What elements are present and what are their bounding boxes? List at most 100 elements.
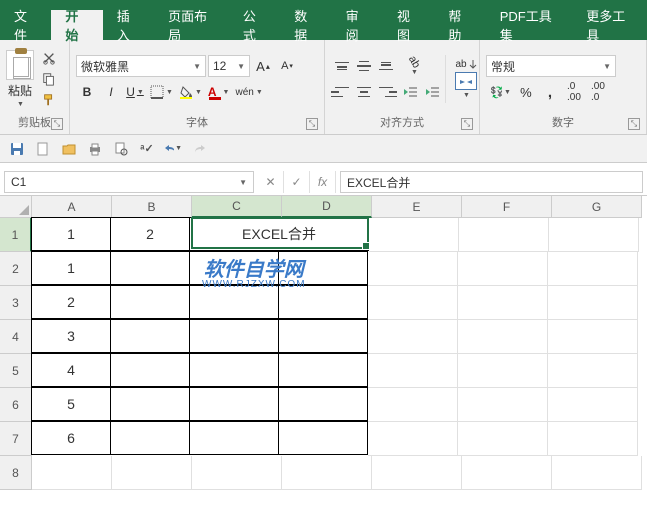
accounting-format-button[interactable]: 💱▼ — [486, 81, 513, 103]
cell-B3[interactable] — [110, 285, 190, 319]
new-button[interactable] — [34, 140, 52, 158]
orientation-button[interactable]: ab▼ — [399, 55, 429, 77]
open-button[interactable] — [60, 140, 78, 158]
merge-center-button[interactable]: ab ▼ — [450, 59, 482, 99]
col-header-C[interactable]: C — [192, 196, 282, 218]
tab-view[interactable]: 视图 — [383, 10, 434, 40]
cell-B2[interactable] — [110, 251, 190, 285]
cell-D3[interactable] — [278, 285, 368, 319]
paste-button[interactable]: 粘贴 ▼ — [6, 50, 34, 108]
cell-C7[interactable] — [189, 421, 279, 455]
cell-A7[interactable]: 6 — [31, 421, 111, 455]
cell-E1[interactable] — [369, 218, 459, 252]
number-format-combo[interactable]: 常规▼ — [486, 55, 616, 77]
cell-A2[interactable]: 1 — [31, 251, 111, 285]
cell-G8[interactable] — [552, 456, 642, 490]
tab-layout[interactable]: 页面布局 — [154, 10, 229, 40]
redo-button[interactable] — [190, 140, 208, 158]
cell-D4[interactable] — [278, 319, 368, 353]
row-header-8[interactable]: 8 — [0, 456, 32, 490]
cell-C8[interactable] — [192, 456, 282, 490]
cell-A1[interactable]: 1 — [31, 217, 111, 251]
tab-file[interactable]: 文件 — [0, 10, 51, 40]
bold-button[interactable]: B — [76, 81, 98, 103]
tab-home[interactable]: 开始 — [51, 10, 102, 40]
row-header-4[interactable]: 4 — [0, 320, 32, 354]
cell-E8[interactable] — [372, 456, 462, 490]
cell-G5[interactable] — [548, 354, 638, 388]
col-header-A[interactable]: A — [32, 196, 112, 218]
cell-B4[interactable] — [110, 319, 190, 353]
font-name-combo[interactable]: 微软雅黑▼ — [76, 55, 206, 77]
formula-input[interactable]: EXCEL合并 — [340, 171, 643, 193]
tab-formulas[interactable]: 公式 — [229, 10, 280, 40]
row-header-2[interactable]: 2 — [0, 252, 32, 286]
cell-A8[interactable] — [32, 456, 112, 490]
col-header-F[interactable]: F — [462, 196, 552, 218]
decrease-font-button[interactable]: A▾ — [276, 55, 298, 77]
tab-help[interactable]: 帮助 — [434, 10, 485, 40]
cell-E2[interactable] — [368, 252, 458, 286]
cell-G2[interactable] — [548, 252, 638, 286]
cell-E5[interactable] — [368, 354, 458, 388]
cell-E7[interactable] — [368, 422, 458, 456]
cell-C3[interactable] — [189, 285, 279, 319]
increase-font-button[interactable]: A▴ — [252, 55, 274, 77]
underline-button[interactable]: U▼ — [124, 81, 146, 103]
save-button[interactable] — [8, 140, 26, 158]
cut-button[interactable] — [40, 49, 58, 67]
cell-G3[interactable] — [548, 286, 638, 320]
print-button[interactable] — [86, 140, 104, 158]
undo-button[interactable]: ▼ — [164, 140, 182, 158]
cell-C2[interactable] — [189, 251, 279, 285]
align-top-button[interactable] — [331, 55, 353, 77]
align-center-button[interactable] — [353, 81, 375, 103]
cell-F8[interactable] — [462, 456, 552, 490]
cell-F3[interactable] — [458, 286, 548, 320]
font-color-button[interactable]: A▼ — [206, 81, 232, 103]
fill-color-button[interactable]: ▼ — [177, 81, 204, 103]
cell-F5[interactable] — [458, 354, 548, 388]
cell-A6[interactable]: 5 — [31, 387, 111, 421]
row-header-3[interactable]: 3 — [0, 286, 32, 320]
row-header-5[interactable]: 5 — [0, 354, 32, 388]
cell-G6[interactable] — [548, 388, 638, 422]
border-button[interactable]: ▼ — [148, 81, 175, 103]
spelling-button[interactable]: ᵃ✓ — [138, 140, 156, 158]
cell-D7[interactable] — [278, 421, 368, 455]
decrease-decimal-button[interactable]: .00.0 — [587, 81, 609, 103]
cell-G1[interactable] — [549, 218, 639, 252]
cell-E6[interactable] — [368, 388, 458, 422]
phonetic-button[interactable]: wén▼ — [233, 81, 264, 103]
number-launcher[interactable]: ⤡ — [628, 118, 640, 130]
col-header-G[interactable]: G — [552, 196, 642, 218]
cell-C1[interactable]: EXCEL合并 — [189, 217, 369, 251]
cell-C4[interactable] — [189, 319, 279, 353]
tab-data[interactable]: 数据 — [280, 10, 331, 40]
name-box[interactable]: C1▼ — [4, 171, 254, 193]
cell-G7[interactable] — [548, 422, 638, 456]
select-all-corner[interactable] — [0, 196, 32, 218]
cell-A4[interactable]: 3 — [31, 319, 111, 353]
font-size-combo[interactable]: 12▼ — [208, 55, 250, 77]
italic-button[interactable]: I — [100, 81, 122, 103]
cell-B8[interactable] — [112, 456, 192, 490]
fx-button[interactable]: fx — [310, 171, 336, 193]
cell-F1[interactable] — [459, 218, 549, 252]
alignment-launcher[interactable]: ⤡ — [461, 118, 473, 130]
increase-indent-button[interactable] — [421, 81, 443, 103]
font-launcher[interactable]: ⤡ — [306, 118, 318, 130]
cancel-formula-button[interactable]: ✕ — [258, 171, 284, 193]
col-header-B[interactable]: B — [112, 196, 192, 218]
cell-F2[interactable] — [458, 252, 548, 286]
comma-button[interactable]: , — [539, 81, 561, 103]
cell-C5[interactable] — [189, 353, 279, 387]
cell-F7[interactable] — [458, 422, 548, 456]
cell-F4[interactable] — [458, 320, 548, 354]
cell-B1[interactable]: 2 — [110, 217, 190, 251]
cell-E4[interactable] — [368, 320, 458, 354]
cell-B6[interactable] — [110, 387, 190, 421]
align-middle-button[interactable] — [353, 55, 375, 77]
row-header-7[interactable]: 7 — [0, 422, 32, 456]
col-header-E[interactable]: E — [372, 196, 462, 218]
